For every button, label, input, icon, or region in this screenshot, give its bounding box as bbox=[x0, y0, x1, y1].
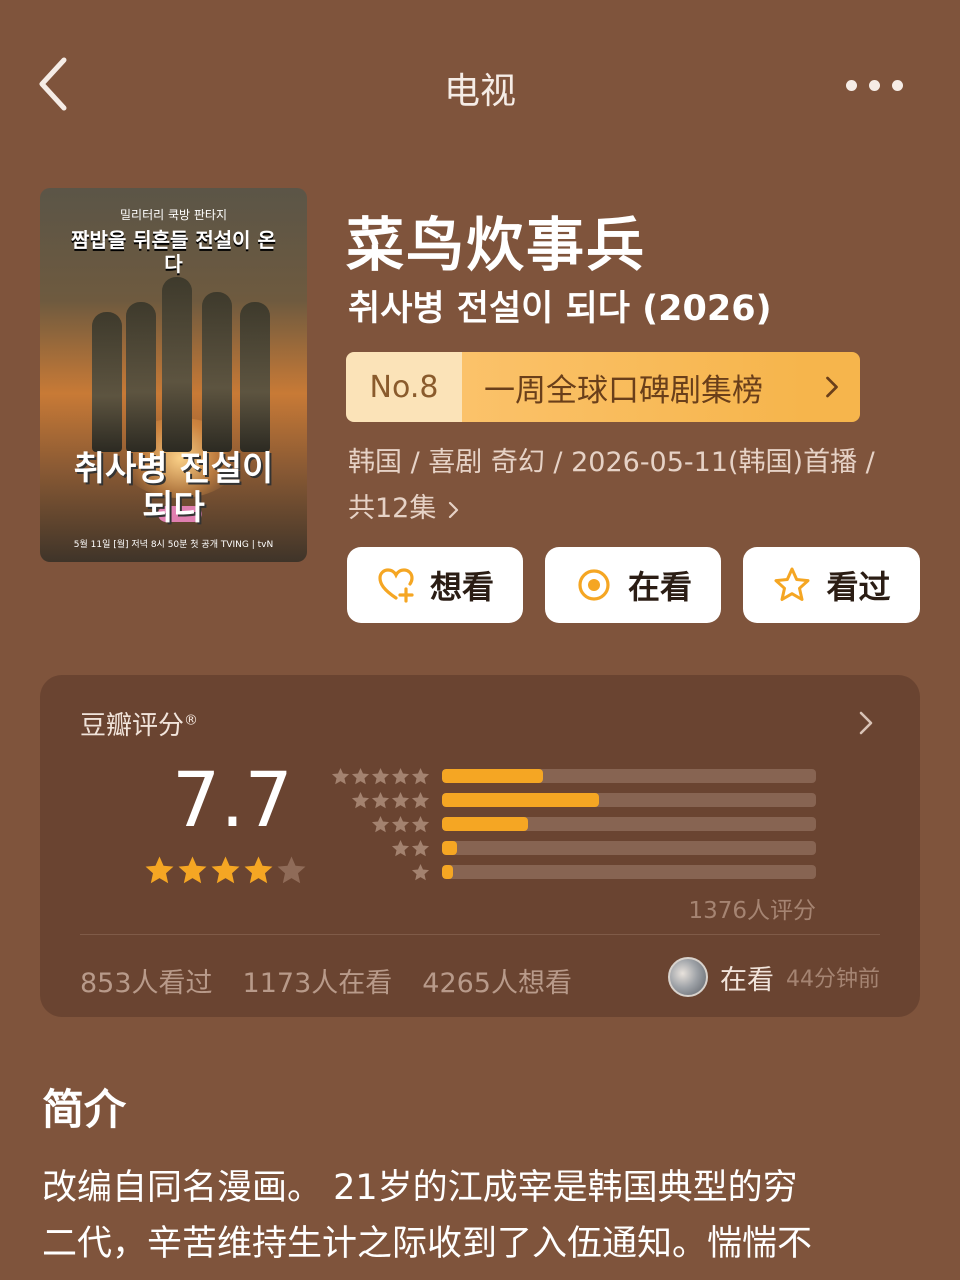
small-star-icon bbox=[351, 791, 370, 808]
rating-score: 7.7 bbox=[172, 755, 293, 844]
distribution-row-4 bbox=[330, 788, 830, 812]
distribution-bar-fill bbox=[442, 841, 457, 855]
distribution-stars bbox=[330, 815, 430, 834]
intro-title: 简介 bbox=[42, 1085, 127, 1134]
distribution-stars bbox=[330, 791, 430, 810]
small-star-icon bbox=[411, 839, 430, 856]
chevron-right-icon bbox=[448, 501, 459, 518]
meta-line-1: 韩国 / 喜剧 奇幻 / 2026-05-11(韩国)首播 / bbox=[348, 447, 875, 478]
small-star-icon bbox=[371, 791, 390, 808]
rating-star-icon bbox=[211, 856, 240, 884]
want-count[interactable]: 4265人想看 bbox=[422, 961, 572, 1000]
poster-image[interactable]: 밀리터리 쿡방 판타지 짬밥을 뒤흔들 전설이 온다 취사병 전설이되다 5월 … bbox=[40, 188, 307, 562]
small-star-icon bbox=[371, 815, 390, 832]
show-title: 菜鸟炊事兵 bbox=[346, 211, 647, 279]
rank-number: No.8 bbox=[346, 352, 462, 422]
distribution-stars bbox=[330, 839, 430, 858]
chevron-right-icon[interactable] bbox=[856, 709, 876, 737]
watched-button[interactable]: 看过 bbox=[743, 547, 920, 623]
intro-line-1: 改编自同名漫画。 21岁的江成宰是韩国典型的穷 bbox=[42, 1168, 798, 1208]
rating-count: 1376人评分 bbox=[688, 898, 816, 924]
heart-plus-icon bbox=[378, 568, 414, 603]
rating-star-icon bbox=[277, 856, 306, 884]
rating-star-icon bbox=[178, 856, 207, 884]
intro-line-2: 二代，辛苦维持生计之际收到了入伍通知。惴惴不 bbox=[42, 1224, 813, 1264]
more-dots-icon bbox=[846, 79, 857, 91]
small-star-icon bbox=[411, 791, 430, 808]
distribution-row-3 bbox=[330, 812, 830, 836]
recent-activity[interactable]: 在看 44分钟前 bbox=[668, 957, 880, 997]
divider bbox=[80, 934, 880, 935]
meta-episodes: 共12集 bbox=[348, 493, 437, 524]
distribution-stars bbox=[330, 863, 430, 882]
watched-label: 看过 bbox=[826, 568, 891, 606]
target-icon bbox=[578, 569, 610, 601]
distribution-bar-fill bbox=[442, 793, 600, 807]
distribution-bar bbox=[442, 817, 816, 831]
watched-count[interactable]: 853人看过 bbox=[80, 961, 213, 1000]
rank-list-name: 一周全球口碑剧集榜 bbox=[462, 352, 804, 422]
rating-star-icon bbox=[145, 856, 174, 884]
poster-logo: 취사병 전설이되다 bbox=[73, 449, 274, 529]
recent-status: 在看 bbox=[720, 964, 774, 996]
recent-time: 44分钟前 bbox=[786, 967, 880, 992]
show-original-title: 취사병 전설이 되다 (2026) bbox=[348, 289, 772, 329]
rating-label: 豆瓣评分 bbox=[80, 711, 185, 741]
watching-button[interactable]: 在看 bbox=[545, 547, 721, 623]
small-star-icon bbox=[391, 791, 410, 808]
distribution-bar bbox=[442, 793, 816, 807]
rating-card[interactable]: 豆瓣评分® 7.7 1376人评分 853人看过 1173人在看 4265人想看… bbox=[40, 675, 920, 1017]
distribution-bar-fill bbox=[442, 865, 454, 879]
watching-count[interactable]: 1173人在看 bbox=[243, 961, 393, 1000]
small-star-icon bbox=[331, 767, 350, 784]
distribution-row-2 bbox=[330, 836, 830, 860]
watching-label: 在看 bbox=[627, 568, 692, 606]
more-button[interactable] bbox=[846, 70, 906, 100]
rating-star-icon bbox=[244, 856, 273, 884]
show-meta[interactable]: 韩国 / 喜剧 奇幻 / 2026-05-11(韩国)首播 / 共12集 bbox=[348, 440, 918, 532]
nav-title: 电视 bbox=[443, 71, 516, 112]
intro-text[interactable]: 改编自同名漫画。 21岁的江成宰是韩国典型的穷 二代，辛苦维持生计之际收到了入伍… bbox=[42, 1160, 930, 1272]
want-label: 想看 bbox=[429, 568, 494, 606]
distribution-bar bbox=[442, 769, 816, 783]
small-star-icon bbox=[411, 815, 430, 832]
distribution-bar bbox=[442, 841, 816, 855]
poster-tagline: 밀리터리 쿡방 판타지 bbox=[120, 208, 227, 222]
small-star-icon bbox=[391, 767, 410, 784]
distribution-bar-fill bbox=[442, 817, 529, 831]
top-navigation-bar: 电视 bbox=[0, 0, 960, 170]
small-star-icon bbox=[371, 767, 390, 784]
want-to-watch-button[interactable]: 想看 bbox=[347, 547, 523, 623]
distribution-bar bbox=[442, 865, 816, 879]
distribution-bar-fill bbox=[442, 769, 543, 783]
avatar bbox=[668, 957, 708, 997]
rating-stars bbox=[144, 855, 307, 886]
small-star-icon bbox=[411, 767, 430, 784]
distribution-row-5 bbox=[330, 764, 830, 788]
poster-headline: 짬밥을 뒤흔들 전설이 온다 bbox=[71, 228, 276, 276]
registered-mark: ® bbox=[184, 712, 199, 729]
distribution-stars bbox=[330, 767, 430, 786]
poster-footer: 5월 11일 [월] 저녁 8시 50분 첫 공개 TVING | tvN bbox=[73, 540, 274, 550]
small-star-icon bbox=[391, 815, 410, 832]
star-outline-icon bbox=[774, 567, 810, 601]
small-star-icon bbox=[411, 863, 430, 880]
small-star-icon bbox=[351, 767, 370, 784]
audience-stats: 853人看过 1173人在看 4265人想看 bbox=[80, 961, 572, 1000]
rank-banner[interactable]: No.8 一周全球口碑剧集榜 bbox=[346, 352, 860, 422]
small-star-icon bbox=[391, 839, 410, 856]
chevron-right-icon bbox=[826, 376, 838, 398]
distribution-row-1 bbox=[330, 860, 830, 884]
